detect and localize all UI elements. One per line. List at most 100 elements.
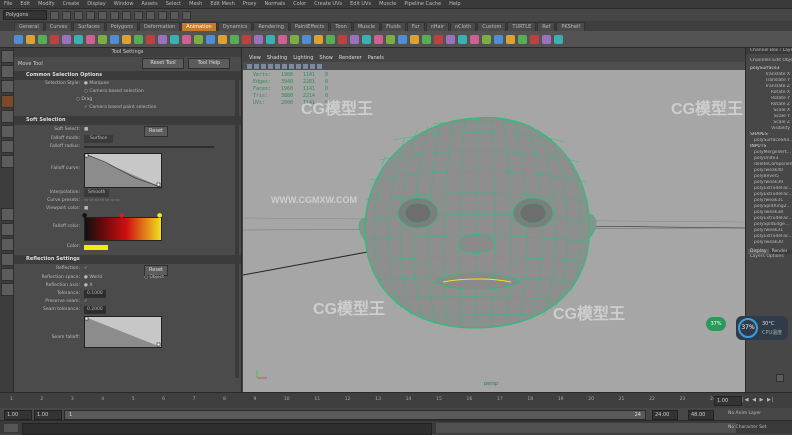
soft-select-checkbox[interactable]: ■ bbox=[84, 125, 88, 135]
reset-tool-button[interactable]: Reset Tool bbox=[142, 58, 184, 69]
paint-select-icon[interactable] bbox=[1, 80, 14, 93]
layout-four-icon[interactable] bbox=[1, 223, 14, 236]
render-icon[interactable] bbox=[158, 10, 167, 20]
reflection-space-object-radio[interactable]: ○ Object bbox=[144, 274, 164, 282]
camera-paint-checkbox[interactable]: ✓ Camera based paint selection bbox=[84, 104, 156, 112]
shelf-tool-icon[interactable] bbox=[74, 34, 83, 44]
shelf-tool-icon[interactable] bbox=[62, 34, 71, 44]
perspective-viewport[interactable]: Verts: 1980 1141 0 Edges: 3940 2281 0 Faces: 1960… bbox=[243, 70, 745, 392]
interpolation-select[interactable]: Smooth bbox=[84, 189, 110, 197]
start-time-field[interactable]: 1.00 bbox=[4, 410, 32, 420]
shelf-tool-icon[interactable] bbox=[470, 34, 479, 44]
shelf-tab-toon[interactable]: Toon bbox=[330, 22, 352, 31]
viewport-menu-shading[interactable]: Shading bbox=[267, 55, 287, 61]
viewport-menu-panels[interactable]: Panels bbox=[368, 55, 384, 61]
menu-edit[interactable]: Edit bbox=[20, 1, 30, 7]
shelf-tool-icon[interactable] bbox=[350, 34, 359, 44]
camera-icon[interactable] bbox=[247, 63, 252, 69]
select-hierarchy-icon[interactable] bbox=[86, 10, 95, 20]
shelf-tab-general[interactable]: General bbox=[14, 22, 44, 31]
ipr-render-icon[interactable] bbox=[170, 10, 179, 20]
reflection-section[interactable]: Reflection Settings bbox=[14, 255, 241, 264]
shelf-tool-icon[interactable] bbox=[170, 34, 179, 44]
shelf-tool-icon[interactable] bbox=[206, 34, 215, 44]
layer-new-icon[interactable] bbox=[776, 374, 784, 382]
viewport-menu-view[interactable]: View bbox=[249, 55, 261, 61]
menu-file[interactable]: File bbox=[4, 1, 12, 7]
viewport-menu-renderer[interactable]: Renderer bbox=[339, 55, 362, 61]
layout-single-icon[interactable] bbox=[1, 208, 14, 221]
layers-menu-layers[interactable]: Layers bbox=[750, 254, 766, 259]
soft-selection-section[interactable]: Soft Selection bbox=[14, 116, 241, 125]
layout-graph-icon[interactable] bbox=[1, 268, 14, 281]
menu-mesh[interactable]: Mesh bbox=[189, 1, 202, 7]
shelf-tab-muscle[interactable]: Muscle bbox=[352, 22, 381, 31]
seam-tolerance-field[interactable]: 0.2000 bbox=[84, 306, 106, 314]
shelf-tab-rendering[interactable]: Rendering bbox=[253, 22, 289, 31]
menu-edit-uvs[interactable]: Edit UVs bbox=[350, 1, 371, 7]
lock-camera-icon[interactable] bbox=[254, 63, 259, 69]
snap-point-icon[interactable] bbox=[146, 10, 155, 20]
lights-icon[interactable] bbox=[296, 63, 301, 69]
shelf-tab-ref[interactable]: Ref bbox=[537, 22, 556, 31]
layout-outliner-icon[interactable] bbox=[1, 253, 14, 266]
menu-muscle[interactable]: Muscle bbox=[379, 1, 396, 7]
playback-controls[interactable]: |◀ ◀ ▶ ▶| bbox=[742, 397, 775, 403]
rotate-tool-icon[interactable] bbox=[1, 110, 14, 123]
command-input[interactable] bbox=[22, 423, 432, 435]
falloff-curve-graph[interactable] bbox=[84, 153, 162, 188]
render-settings-icon[interactable] bbox=[182, 10, 191, 20]
reflection-checkbox[interactable]: ✓ bbox=[84, 264, 88, 274]
shelf-tab-surfaces[interactable]: Surfaces bbox=[73, 22, 105, 31]
shelf-tab-dynamics[interactable]: Dynamics bbox=[217, 22, 253, 31]
shelf-tab-custom[interactable]: Custom bbox=[477, 22, 507, 31]
shelf-tool-icon[interactable] bbox=[50, 34, 59, 44]
end-time-field[interactable]: 48.00 bbox=[688, 410, 714, 420]
tolerance-field[interactable]: 0.1000 bbox=[84, 290, 106, 298]
input-node[interactable]: polyTweak30 bbox=[746, 240, 792, 246]
shelf-tool-icon[interactable] bbox=[446, 34, 455, 44]
shelf-tool-icon[interactable] bbox=[398, 34, 407, 44]
shelf-tool-icon[interactable] bbox=[410, 34, 419, 44]
shelf-tool-icon[interactable] bbox=[362, 34, 371, 44]
channel-menu-edit[interactable]: Edit bbox=[772, 58, 782, 63]
select-component-icon[interactable] bbox=[110, 10, 119, 20]
channel-menu-channels[interactable]: Channels bbox=[750, 58, 772, 63]
viewport-menu-lighting[interactable]: Lighting bbox=[293, 55, 313, 61]
channel-menu-object[interactable]: Object bbox=[782, 58, 792, 63]
menu-proxy[interactable]: Proxy bbox=[243, 1, 257, 7]
shelf-tool-icon[interactable] bbox=[218, 34, 227, 44]
grid-icon[interactable] bbox=[268, 63, 273, 69]
save-scene-icon[interactable] bbox=[74, 10, 83, 20]
reflection-axis-radio[interactable]: ● X bbox=[84, 282, 92, 290]
selection-style-radio[interactable]: ● Marquee bbox=[84, 80, 109, 88]
snap-grid-icon[interactable] bbox=[122, 10, 131, 20]
menu-modify[interactable]: Modify bbox=[38, 1, 55, 7]
shelf-tool-icon[interactable] bbox=[110, 34, 119, 44]
shelf-tool-icon[interactable] bbox=[482, 34, 491, 44]
shelf-tab-ncloth[interactable]: nCloth bbox=[450, 22, 477, 31]
shelf-tab-deformation[interactable]: Deformation bbox=[139, 22, 181, 31]
snap-curve-icon[interactable] bbox=[134, 10, 143, 20]
open-scene-icon[interactable] bbox=[62, 10, 71, 20]
shelf-tab-animation[interactable]: Animation bbox=[181, 22, 217, 31]
shelf-tool-icon[interactable] bbox=[86, 34, 95, 44]
shelf-tool-icon[interactable] bbox=[422, 34, 431, 44]
shelf-tab-fur[interactable]: Fur bbox=[406, 22, 425, 31]
wireframe-icon[interactable] bbox=[275, 63, 280, 69]
range-end-field[interactable]: 24.00 bbox=[652, 410, 678, 420]
viewport-menu-show[interactable]: Show bbox=[319, 55, 333, 61]
shelf-tool-icon[interactable] bbox=[518, 34, 527, 44]
shelf-tab-polygons[interactable]: Polygons bbox=[105, 22, 138, 31]
shelf-tool-icon[interactable] bbox=[326, 34, 335, 44]
layers-menu-options[interactable]: Options bbox=[766, 254, 783, 259]
last-tool-icon[interactable] bbox=[1, 155, 14, 168]
shelf-tool-icon[interactable] bbox=[230, 34, 239, 44]
shelf-tool-icon[interactable] bbox=[122, 34, 131, 44]
layout-two-icon[interactable] bbox=[1, 238, 14, 251]
shelf-tool-icon[interactable] bbox=[26, 34, 35, 44]
shelf-tab-pkshelf[interactable]: PKShelf bbox=[556, 22, 586, 31]
shelf-tool-icon[interactable] bbox=[14, 34, 23, 44]
menu-select[interactable]: Select bbox=[166, 1, 181, 7]
new-scene-icon[interactable] bbox=[50, 10, 59, 20]
